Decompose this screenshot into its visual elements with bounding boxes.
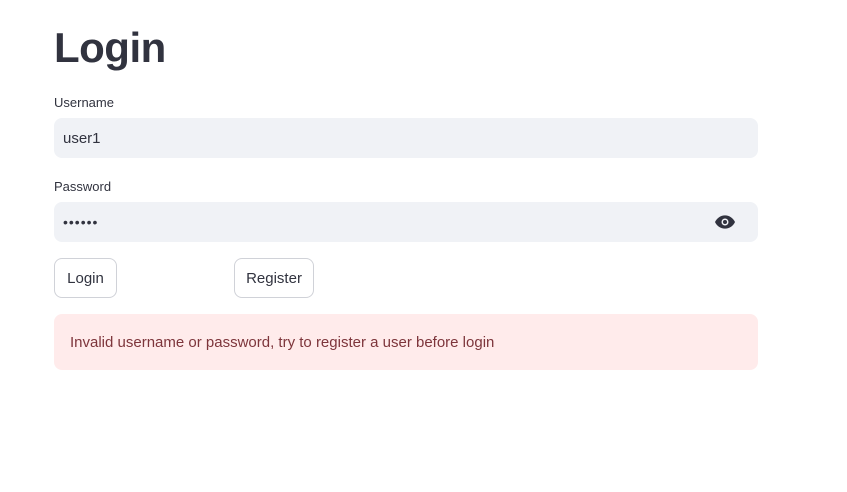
username-field-container — [54, 118, 758, 158]
eye-icon — [715, 215, 735, 229]
username-label: Username — [54, 95, 114, 110]
page-title: Login — [54, 24, 166, 71]
username-input[interactable] — [54, 118, 758, 158]
error-message: Invalid username or password, try to reg… — [70, 333, 495, 351]
show-password-toggle[interactable] — [705, 202, 745, 242]
login-page: Login Username Password Login Register I… — [0, 0, 847, 492]
error-alert: Invalid username or password, try to reg… — [54, 314, 758, 370]
login-button[interactable]: Login — [54, 258, 117, 298]
password-input[interactable] — [54, 202, 705, 242]
password-label: Password — [54, 179, 112, 194]
register-button[interactable]: Register — [234, 258, 314, 298]
password-field-container — [54, 202, 758, 242]
